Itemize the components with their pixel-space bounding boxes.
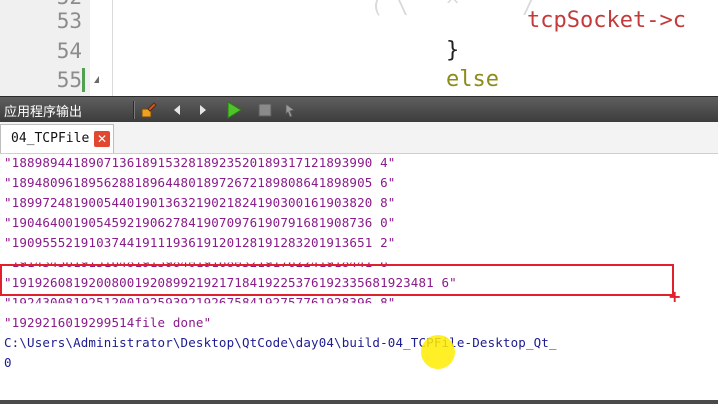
mouse-cursor-highlight xyxy=(421,335,455,369)
close-icon[interactable]: ✕ xyxy=(94,131,110,147)
output-line: "188989441890713618915328189235201893171… xyxy=(4,155,396,170)
output-path-line: C:\Users\Administrator\Desktop\QtCode\da… xyxy=(4,335,557,350)
next-icon[interactable] xyxy=(193,100,213,120)
output-tab-strip: 04_TCPFile ✕ xyxy=(0,122,718,154)
output-line: "190955521910374419111936191201281912832… xyxy=(4,235,396,250)
code-line: else xyxy=(446,67,499,92)
ide-window: 52 53 54 55 ( \ ^ / tcpSocket->c } else … xyxy=(0,0,718,404)
output-pane-header: 应用程序输出 xyxy=(0,96,718,122)
output-line: "189480961895628818964480189726721898086… xyxy=(4,175,396,190)
gutter-separator xyxy=(112,0,113,96)
application-output[interactable]: "188989441890713618915328189235201893171… xyxy=(0,154,718,400)
fold-marker-icon[interactable] xyxy=(94,76,99,83)
tab-label: 04_TCPFile xyxy=(11,131,90,146)
annotation-plus-marker: + xyxy=(668,287,682,306)
attach-debugger-icon[interactable] xyxy=(282,100,302,120)
bottom-border xyxy=(0,400,718,404)
clear-icon[interactable] xyxy=(139,100,159,120)
output-line: "189972481900544019013632190218241903001… xyxy=(4,195,396,210)
output-line: "192430081925120019259392192675841927577… xyxy=(4,295,396,310)
code-line: tcpSocket->c xyxy=(527,8,686,33)
run-icon[interactable] xyxy=(224,100,244,120)
stop-icon[interactable] xyxy=(255,100,275,120)
line-number: 54 xyxy=(56,39,82,63)
modified-line-marker xyxy=(82,68,85,92)
previous-icon[interactable] xyxy=(167,100,187,120)
annotation-highlight-box xyxy=(0,264,674,296)
ghost-text: ( \ ^ / xyxy=(320,0,535,18)
code-line: } xyxy=(446,38,460,63)
line-number: 53 xyxy=(56,9,82,33)
output-line: "190464001905459219062784190709761907916… xyxy=(4,215,396,230)
tab-04-tcpfile[interactable]: 04_TCPFile ✕ xyxy=(0,124,114,153)
code-editor[interactable]: 52 53 54 55 ( \ ^ / tcpSocket->c } else xyxy=(0,0,718,96)
toolbar-separator xyxy=(133,101,135,119)
output-exit-code: 0 xyxy=(4,355,12,370)
output-line: "1929216019299514file done" xyxy=(4,315,212,330)
line-number: 55 xyxy=(56,68,82,92)
pane-title: 应用程序输出 xyxy=(4,105,83,120)
